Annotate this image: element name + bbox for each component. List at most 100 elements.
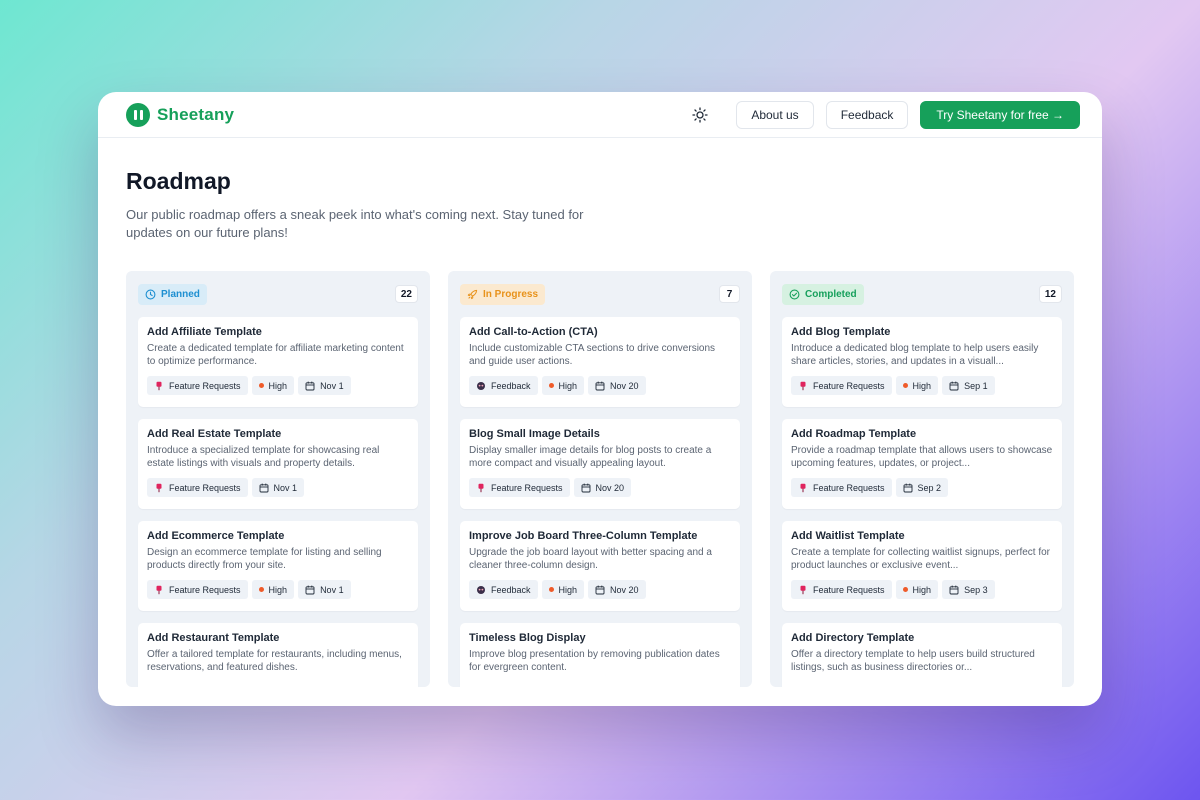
priority-tag[interactable]: High [541,580,585,599]
top-navbar: Sheetany About us Feedback Try Sheetany … [98,92,1102,138]
card-tags: Feedback High Nov 20 [469,580,731,599]
roadmap-card[interactable]: Add Real Estate Template Introduce a spe… [138,419,418,509]
card-description: Introduce a specialized template for sho… [147,445,380,469]
column-count: 22 [394,285,418,303]
sheetany-logo-icon [126,102,150,127]
status-badge-planned: Planned [138,283,207,305]
check-circle-icon [789,289,800,300]
clock-icon [145,289,156,300]
roadmap-card[interactable]: Add Call-to-Action (CTA) Include customi… [460,317,740,407]
category-tag[interactable]: Feedback [469,376,538,395]
category-tag[interactable]: Feedback [469,580,538,599]
category-tag[interactable]: Feature Requests [147,580,248,599]
brand-logo-link[interactable]: Sheetany [126,102,235,127]
category-label: Feature Requests [813,584,885,595]
card-title: Timeless Blog Display [469,632,586,644]
category-label: Feedback [491,584,531,595]
card-title: Add Blog Template [791,326,891,338]
priority-dot-icon [902,383,908,388]
card-title: Add Directory Template [791,632,915,644]
priority-label: High [912,380,932,391]
card-description: Create a dedicated template for affiliat… [147,343,404,367]
card-title: Add Roadmap Template [791,428,917,440]
priority-tag[interactable]: High [895,376,939,395]
status-label: Planned [161,288,200,300]
page-title: Roadmap [126,168,231,194]
card-description: Upgrade the job board layout with better… [469,547,712,571]
priority-tag[interactable]: High [541,376,585,395]
roadmap-card[interactable]: Improve Job Board Three-Column Template … [460,521,740,611]
pin-icon [476,483,486,493]
pin-icon [154,381,164,391]
roadmap-card[interactable]: Add Restaurant Template Offer a tailored… [138,623,418,687]
pin-icon [154,483,164,493]
column-count: 12 [1038,285,1062,303]
date-tag: Sep 1 [942,376,995,395]
priority-label: High [558,380,578,391]
card-tags: Feature Requests High Sep 1 [791,376,1053,395]
card-description: Offer a directory template to help users… [791,649,1035,673]
card-description: Display smaller image details for blog p… [469,445,712,469]
roadmap-card[interactable]: Blog Small Image Details Display smaller… [460,419,740,509]
calendar-icon [305,585,315,595]
category-tag[interactable]: Feature Requests [791,376,892,395]
category-tag[interactable]: Feature Requests [791,580,892,599]
category-tag[interactable]: Feature Requests [469,478,570,497]
column-header: Planned 22 [138,283,418,305]
sun-icon[interactable] [692,106,708,123]
date-label: Nov 20 [610,380,639,391]
calendar-icon [581,483,591,493]
roadmap-card[interactable]: Add Blog Template Introduce a dedicated … [782,317,1062,407]
card-description: Introduce a dedicated blog template to h… [791,343,1039,367]
card-description: Offer a tailored template for restaurant… [147,649,402,673]
category-label: Feedback [491,380,531,391]
column-planned: Planned 22 Add Affiliate Template Create… [126,271,430,687]
date-label: Nov 1 [273,482,298,493]
status-label: In Progress [483,288,539,300]
calendar-icon [595,381,605,391]
card-description: Include customizable CTA sections to dri… [469,343,716,367]
page-description: Our public roadmap offers a sneak peek i… [126,207,584,240]
card-tags: Feature Requests Nov 1 [147,478,409,497]
card-tags: Feature Requests High Sep 3 [791,580,1053,599]
priority-dot-icon [902,587,908,592]
roadmap-card[interactable]: Add Directory Template Offer a directory… [782,623,1062,687]
roadmap-board: Planned 22 Add Affiliate Template Create… [126,271,1074,687]
roadmap-card[interactable]: Timeless Blog Display Improve blog prese… [460,623,740,687]
category-label: Feature Requests [813,482,885,493]
try-free-button[interactable]: Try Sheetany for free → [920,100,1080,129]
roadmap-card[interactable]: Add Waitlist Template Create a template … [782,521,1062,611]
roadmap-card[interactable]: Add Affiliate Template Create a dedicate… [138,317,418,407]
feedback-button[interactable]: Feedback [825,100,909,129]
category-tag[interactable]: Feature Requests [147,376,248,395]
category-tag[interactable]: Feature Requests [147,478,248,497]
date-label: Nov 20 [610,584,639,595]
pin-icon [798,483,808,493]
chat-icon [476,585,486,595]
date-tag: Nov 1 [298,376,351,395]
priority-label: High [268,380,288,391]
card-tags: Feature Requests High Nov 1 [147,376,409,395]
card-title: Add Affiliate Template [147,326,262,338]
card-title: Improve Job Board Three-Column Template [469,530,698,542]
roadmap-card[interactable]: Add Ecommerce Template Design an ecommer… [138,521,418,611]
pin-icon [798,381,808,391]
priority-label: High [268,584,288,595]
priority-dot-icon [258,383,264,388]
brand-name: Sheetany [157,104,235,124]
card-tags: Feature Requests High Nov 1 [147,580,409,599]
priority-tag[interactable]: High [251,580,295,599]
priority-dot-icon [548,587,554,592]
about-us-button[interactable]: About us [736,100,814,129]
priority-tag[interactable]: High [251,376,295,395]
chat-icon [476,381,486,391]
main-content: Roadmap Our public roadmap offers a snea… [98,138,1102,687]
priority-dot-icon [548,383,554,388]
rocket-icon [467,289,478,300]
roadmap-card[interactable]: Add Roadmap Template Provide a roadmap t… [782,419,1062,509]
priority-tag[interactable]: High [895,580,939,599]
pin-icon [154,585,164,595]
date-label: Nov 1 [320,584,344,595]
category-tag[interactable]: Feature Requests [791,478,892,497]
category-label: Feature Requests [169,380,241,391]
